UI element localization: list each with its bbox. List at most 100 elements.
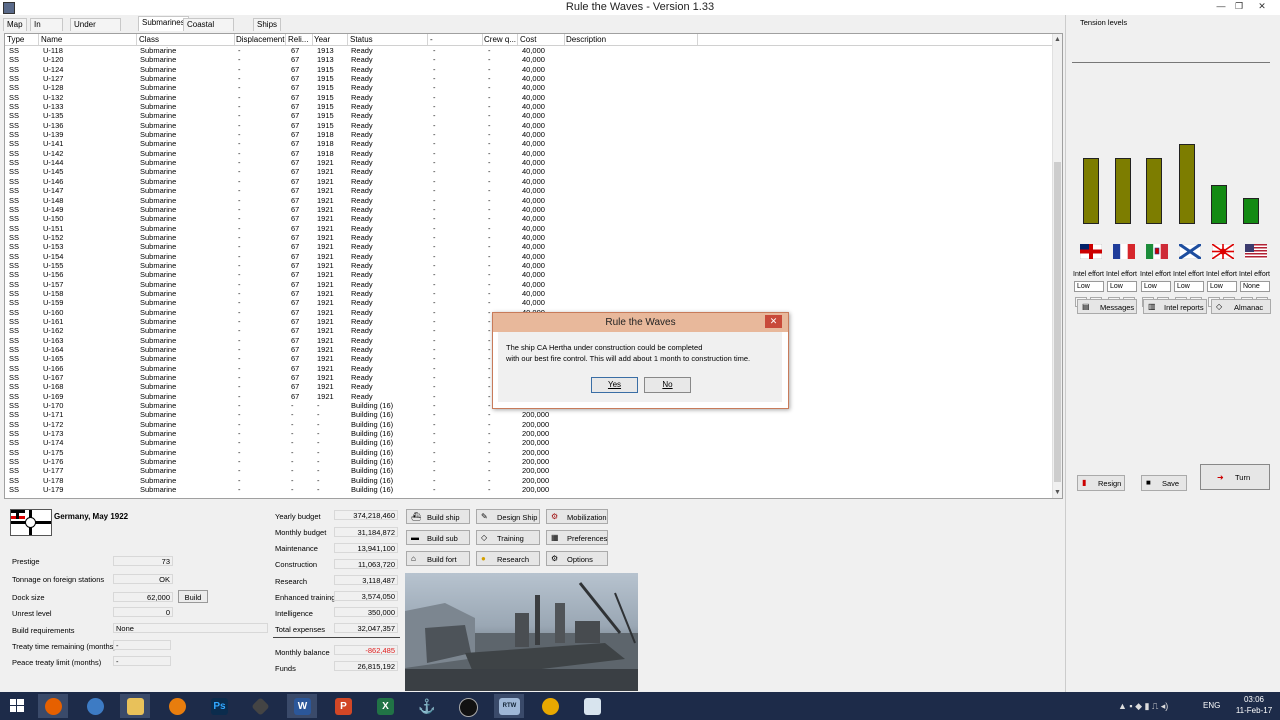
tab-ships-sunk[interactable]: Ships sunk (253, 18, 282, 41)
table-row[interactable]: SS U-127 Submarine - 67 1915 Ready - - 40,000 (5, 74, 1053, 83)
tab-map[interactable]: Map (3, 18, 27, 31)
mobilization-button[interactable]: ⚙ Mobilization (546, 509, 608, 524)
intel-effort-italy[interactable]: Low (1141, 281, 1171, 292)
language-indicator[interactable]: ENG (1203, 701, 1220, 710)
table-row[interactable]: SS U-132 Submarine - 67 1915 Ready - - 40,000 (5, 93, 1053, 102)
build-dock-button[interactable]: Build (178, 590, 208, 603)
table-row[interactable]: SS U-149 Submarine - 67 1921 Ready - - 40,000 (5, 205, 1053, 214)
table-row[interactable]: SS U-173 Submarine - - - Building (16) - - 200,00… (5, 429, 1053, 438)
col-reliability[interactable]: Reli... (286, 34, 313, 45)
vertical-scrollbar[interactable]: ▲ ▼ (1052, 34, 1062, 498)
resign-button[interactable]: ▮ Resign (1077, 475, 1125, 491)
table-row[interactable]: SS U-142 Submarine - 67 1918 Ready - - 40,000 (5, 149, 1053, 158)
design-ship-button[interactable]: ✎ Design Ship (476, 509, 540, 524)
turn-button[interactable]: ➜ Turn (1200, 464, 1270, 490)
tab-coastal-fortifications[interactable]: Coastal fortifications (183, 18, 234, 41)
thunderbird-taskbar-icon[interactable] (80, 694, 110, 718)
tab-under-construction[interactable]: Under construction (70, 18, 122, 41)
scroll-down-icon[interactable]: ▼ (1053, 488, 1062, 497)
table-row[interactable]: SS U-120 Submarine - 67 1913 Ready - - 40,000 (5, 55, 1053, 64)
excel-taskbar-icon[interactable]: X (370, 694, 400, 718)
table-row[interactable]: SS U-155 Submarine - 67 1921 Ready - - 40,000 (5, 261, 1053, 270)
photoshop-taskbar-icon[interactable]: Ps (204, 694, 234, 718)
table-row[interactable]: SS U-136 Submarine - 67 1915 Ready - - 40,000 (5, 121, 1053, 130)
table-row[interactable]: SS U-128 Submarine - 67 1915 Ready - - 40,000 (5, 83, 1053, 92)
save-button[interactable]: ■ Save (1141, 475, 1187, 491)
blender-taskbar-icon[interactable] (162, 694, 192, 718)
intel-reports-button[interactable]: ▥ Intel reports (1143, 299, 1207, 314)
table-row[interactable]: SS U-178 Submarine - - - Building (16) - - 200,00… (5, 476, 1053, 485)
build-fort-button[interactable]: ⌂ Build fort (406, 551, 470, 566)
preferences-button[interactable]: ▦ Preferences (546, 530, 608, 545)
options-button[interactable]: ⚙ Options (546, 551, 608, 566)
research-button[interactable]: ● Research (476, 551, 540, 566)
table-row[interactable]: SS U-172 Submarine - - - Building (16) - - 200,00… (5, 420, 1053, 429)
clock-time[interactable]: 03:06 (1232, 695, 1276, 704)
intel-effort-japan[interactable]: Low (1207, 281, 1237, 292)
intel-effort-russia[interactable]: Low (1174, 281, 1204, 292)
table-row[interactable]: SS U-175 Submarine - - - Building (16) - - 200,00… (5, 448, 1053, 457)
game-launcher-taskbar-icon[interactable] (245, 694, 275, 718)
scroll-up-icon[interactable]: ▲ (1053, 35, 1062, 44)
tray-icons[interactable]: ▲ ▪ ◆ ▮ ⎍ ◂) (1118, 701, 1198, 712)
col-type[interactable]: Type (5, 34, 39, 45)
table-row[interactable]: SS U-148 Submarine - 67 1921 Ready - - 40,000 (5, 196, 1053, 205)
start-button[interactable] (2, 694, 32, 718)
dialog-close-icon[interactable]: ✕ (765, 315, 782, 328)
table-row[interactable]: SS U-157 Submarine - 67 1921 Ready - - 40,000 (5, 280, 1053, 289)
close-button[interactable]: ✕ (1254, 1, 1270, 12)
table-row[interactable]: SS U-147 Submarine - 67 1921 Ready - - 40,000 (5, 186, 1053, 195)
col-name[interactable]: Name (39, 34, 137, 45)
intel-effort-britain[interactable]: Low (1074, 281, 1104, 292)
powerpoint-taskbar-icon[interactable]: P (328, 694, 358, 718)
audio-app-taskbar-icon[interactable] (535, 694, 565, 718)
file-explorer-taskbar-icon[interactable] (120, 694, 150, 718)
table-row[interactable]: SS U-159 Submarine - 67 1921 Ready - - 40,000 (5, 298, 1053, 307)
intel-effort-france[interactable]: Low (1107, 281, 1137, 292)
table-row[interactable]: SS U-171 Submarine - - - Building (16) - - 200,00… (5, 410, 1053, 419)
minimize-button[interactable]: — (1213, 1, 1229, 12)
table-row[interactable]: SS U-154 Submarine - 67 1921 Ready - - 40,000 (5, 252, 1053, 261)
table-row[interactable]: SS U-139 Submarine - 67 1918 Ready - - 40,000 (5, 130, 1053, 139)
build-ship-button[interactable]: ⛴ Build ship (406, 509, 470, 524)
submarine-list[interactable]: Type Name Class Displacement Reli... Yea… (4, 33, 1063, 499)
yes-button[interactable]: Yes (591, 377, 638, 393)
almanac-button[interactable]: ◇ Almanac (1211, 299, 1271, 314)
table-row[interactable]: SS U-179 Submarine - - - Building (16) - - 200,00… (5, 485, 1053, 494)
tab-in-service[interactable]: In service (30, 18, 64, 41)
col-dash[interactable]: - (428, 34, 483, 45)
table-row[interactable]: SS U-146 Submarine - 67 1921 Ready - - 40,000 (5, 177, 1053, 186)
table-row[interactable]: SS U-150 Submarine - 67 1921 Ready - - 40,000 (5, 214, 1053, 223)
clock-date[interactable]: 11-Feb-17 (1232, 706, 1276, 715)
table-row[interactable]: SS U-135 Submarine - 67 1915 Ready - - 40,000 (5, 111, 1053, 120)
table-row[interactable]: SS U-133 Submarine - 67 1915 Ready - - 40,000 (5, 102, 1053, 111)
training-button[interactable]: ◇ Training (476, 530, 540, 545)
col-crew[interactable]: Crew q... (482, 34, 518, 45)
col-description[interactable]: Description (564, 34, 698, 45)
table-row[interactable]: SS U-153 Submarine - 67 1921 Ready - - 40,000 (5, 242, 1053, 251)
table-row[interactable]: SS U-158 Submarine - 67 1921 Ready - - 40,000 (5, 289, 1053, 298)
table-row[interactable]: SS U-118 Submarine - 67 1913 Ready - - 40,000 (5, 46, 1053, 55)
intel-effort-usa[interactable]: None (1240, 281, 1270, 292)
firefox-taskbar-icon[interactable] (38, 694, 68, 718)
table-row[interactable]: SS U-176 Submarine - - - Building (16) - - 200,00… (5, 457, 1053, 466)
window-taskbar-icon[interactable] (577, 694, 607, 718)
table-row[interactable]: SS U-124 Submarine - 67 1915 Ready - - 40,000 (5, 65, 1053, 74)
col-displacement[interactable]: Displacement (234, 34, 286, 45)
table-row[interactable]: SS U-177 Submarine - - - Building (16) - - 200,00… (5, 466, 1053, 475)
steam-taskbar-icon[interactable] (452, 694, 482, 718)
table-row[interactable]: SS U-156 Submarine - 67 1921 Ready - - 40,000 (5, 270, 1053, 279)
table-row[interactable]: SS U-174 Submarine - - - Building (16) - - 200,00… (5, 438, 1053, 447)
anchor-taskbar-icon[interactable]: ⚓ (411, 694, 441, 718)
table-row[interactable]: SS U-151 Submarine - 67 1921 Ready - - 40,000 (5, 224, 1053, 233)
build-sub-button[interactable]: ▬ Build sub (406, 530, 470, 545)
restore-button[interactable]: ❐ (1231, 1, 1247, 12)
messages-button[interactable]: ▤ Messages (1077, 299, 1137, 314)
rtw-taskbar-icon[interactable]: RTW (494, 694, 524, 718)
col-class[interactable]: Class (137, 34, 235, 45)
col-status[interactable]: Status (348, 34, 428, 45)
word-taskbar-icon[interactable]: W (287, 694, 317, 718)
no-button[interactable]: No (644, 377, 691, 393)
col-cost[interactable]: Cost (518, 34, 565, 45)
table-row[interactable]: SS U-145 Submarine - 67 1921 Ready - - 40,000 (5, 167, 1053, 176)
